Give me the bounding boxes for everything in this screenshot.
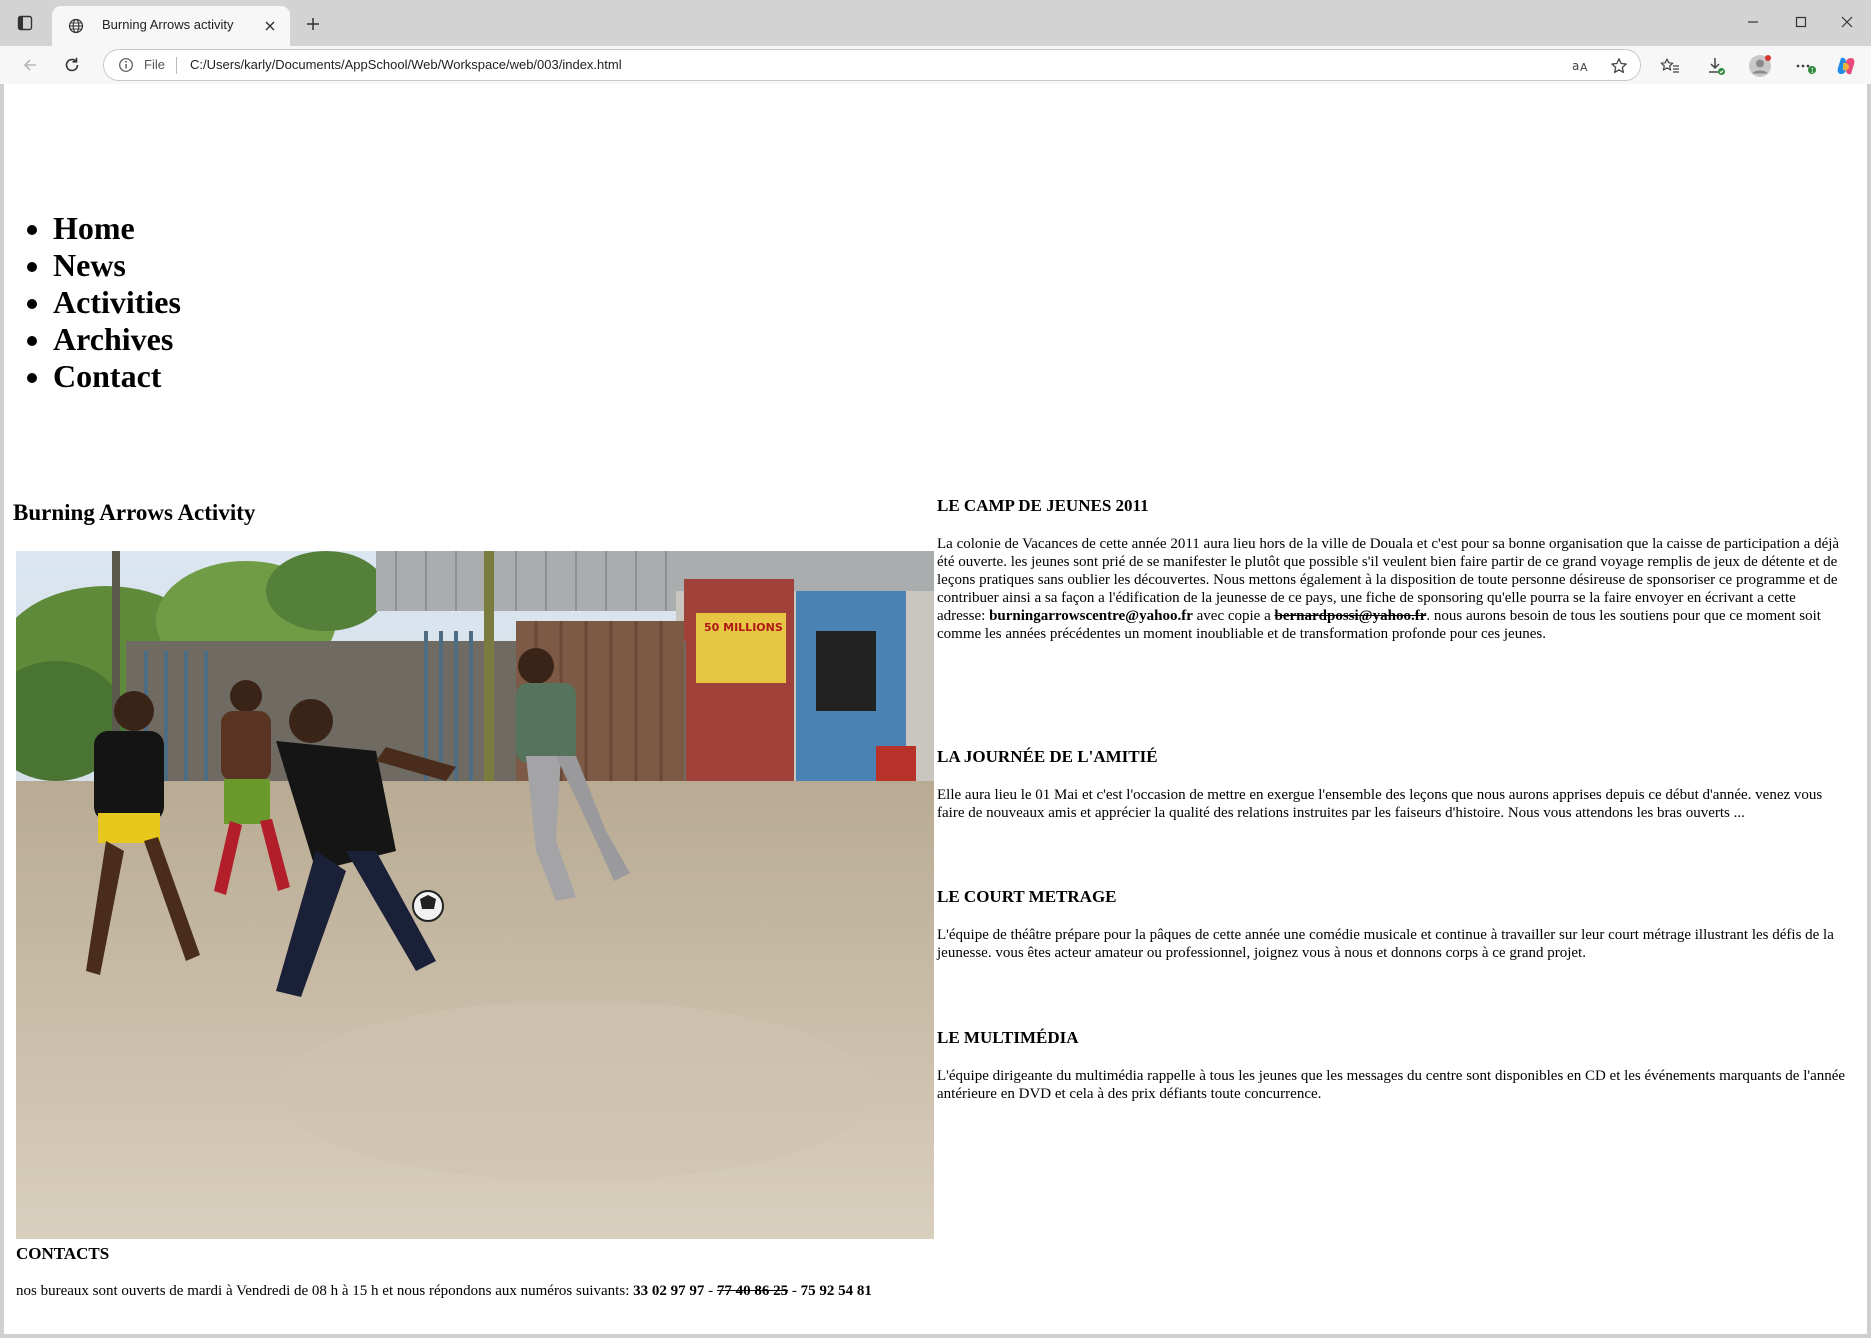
downloads-icon[interactable] — [1702, 52, 1730, 80]
contacts-heading: CONTACTS — [16, 1244, 110, 1263]
tab-actions-icon[interactable] — [10, 11, 40, 35]
email-old: bernardpossi@yahoo.fr — [1274, 608, 1427, 624]
copilot-icon[interactable] — [1832, 52, 1860, 80]
new-tab-icon[interactable] — [300, 11, 326, 37]
article-multimedia: LE MULTIMÉDIA L'équipe dirigeante du mul… — [937, 1028, 1847, 1103]
svg-text:1: 1 — [1810, 68, 1814, 75]
close-tab-icon[interactable] — [260, 16, 280, 36]
tab-title: Burning Arrows activity — [102, 17, 234, 32]
football-scene-illustration: 50 MILLIONS — [16, 551, 934, 1239]
menu-item-activities[interactable]: Activities — [53, 284, 181, 321]
url-text[interactable]: C:/Users/karly/Documents/AppSchool/Web/W… — [190, 57, 622, 72]
menu-item-home[interactable]: Home — [53, 210, 181, 247]
read-aloud-icon[interactable]: aA — [1570, 55, 1592, 77]
article-text: L'équipe de théâtre prépare pour la pâqu… — [937, 927, 1834, 961]
close-window-icon[interactable] — [1824, 8, 1870, 36]
article-short-film: LE COURT METRAGE L'équipe de théâtre pré… — [937, 887, 1847, 962]
article-heading: LA JOURNÉE DE L'AMITIÉ — [937, 747, 1158, 766]
globe-icon — [68, 18, 84, 38]
phone-number-old: 77 40 86 25 — [716, 1283, 789, 1299]
scheme-label: File — [144, 57, 165, 72]
article-heading: LE MULTIMÉDIA — [937, 1028, 1079, 1047]
address-bar[interactable]: File C:/Users/karly/Documents/AppSchool/… — [103, 49, 1641, 81]
menu-item-news[interactable]: News — [53, 247, 181, 284]
minimize-icon[interactable] — [1730, 8, 1776, 36]
main-menu: Home News Activities Archives Contact — [4, 210, 181, 395]
article-heading: LE CAMP DE JEUNES 2011 — [937, 496, 1149, 515]
activity-photo: 50 MILLIONS — [16, 551, 934, 1239]
page-viewport: Home News Activities Archives Contact Bu… — [4, 84, 1867, 1334]
info-icon[interactable] — [118, 57, 134, 77]
more-options-icon[interactable]: 1 — [1792, 52, 1820, 80]
article-friendship-day: LA JOURNÉE DE L'AMITIÉ Elle aura lieu le… — [937, 747, 1847, 822]
article-camp: LE CAMP DE JEUNES 2011 La colonie de Vac… — [937, 496, 1847, 643]
back-icon[interactable] — [14, 50, 46, 80]
phone-number: 75 92 54 81 — [800, 1283, 872, 1299]
menu-item-archives[interactable]: Archives — [53, 321, 181, 358]
menu-item-contact[interactable]: Contact — [53, 358, 181, 395]
profile-avatar-icon[interactable] — [1746, 52, 1774, 80]
maximize-icon[interactable] — [1778, 8, 1824, 36]
tab-strip: Burning Arrows activity — [0, 0, 1871, 46]
svg-text:a: a — [1572, 59, 1579, 73]
reload-icon[interactable] — [56, 50, 88, 80]
page-title: Burning Arrows Activity — [13, 500, 256, 525]
article-text: L'équipe dirigeante du multimédia rappel… — [937, 1068, 1846, 1102]
omnibox-divider — [176, 57, 177, 74]
contacts-text: nos bureaux sont ouverts de mardi à Vend… — [16, 1283, 872, 1299]
favorite-star-icon[interactable] — [1608, 55, 1630, 77]
browser-toolbar: File C:/Users/karly/Documents/AppSchool/… — [0, 46, 1871, 84]
email-link-primary[interactable]: burningarrowscentre@yahoo.fr — [989, 608, 1193, 624]
phone-number: 33 02 97 97 — [633, 1283, 705, 1299]
poster-text: 50 MILLIONS — [704, 621, 783, 634]
article-text: La colonie de Vacances de cette année 20… — [937, 536, 1840, 642]
article-heading: LE COURT METRAGE — [937, 887, 1117, 906]
browser-tab[interactable]: Burning Arrows activity — [52, 6, 290, 46]
favorites-icon[interactable] — [1656, 52, 1684, 80]
article-text: Elle aura lieu le 01 Mai et c'est l'occa… — [937, 787, 1823, 821]
svg-text:A: A — [1580, 61, 1588, 74]
